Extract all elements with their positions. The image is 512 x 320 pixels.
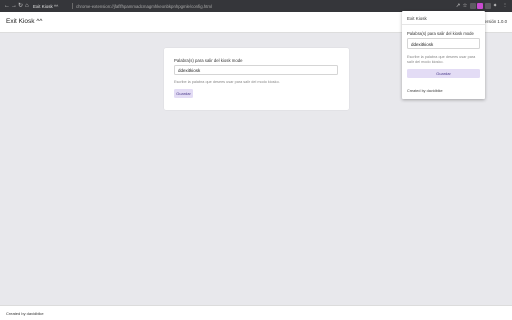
popup-save-button[interactable]: Guardar bbox=[407, 69, 480, 78]
popup-exit-word-label: Palabra(s) para salir del kiosk mode bbox=[407, 31, 474, 36]
home-icon[interactable]: ⌂ bbox=[25, 3, 29, 9]
arrow-right-icon[interactable]: → bbox=[11, 3, 17, 9]
kebab-menu-icon[interactable]: ⋮ bbox=[502, 3, 508, 9]
address-bar[interactable]: chrome-extension://jfaflfhpammadcmagmhke… bbox=[76, 4, 212, 9]
extension-icon[interactable] bbox=[470, 3, 476, 9]
reload-icon[interactable]: ↻ bbox=[18, 3, 23, 9]
popup-exit-word-help: Escribe la palabra que desees usar para … bbox=[407, 55, 476, 64]
page-title: Exit Kiosk ^^ bbox=[6, 18, 43, 25]
browser-tab-title[interactable]: Exit Kiosk ^^ bbox=[33, 4, 58, 9]
popup-exit-word-input[interactable]: ddexitkiosk bbox=[407, 38, 480, 49]
created-by-text: Created by davidbike bbox=[6, 311, 44, 316]
puzzle-icon[interactable]: ✦ bbox=[492, 3, 498, 9]
version-label: Versión 1.0.0 bbox=[481, 19, 507, 24]
exit-word-label: Palabra(s) para salir del kiosk mode bbox=[174, 58, 243, 63]
share-icon[interactable]: ↗ bbox=[455, 3, 461, 9]
arrow-left-icon[interactable]: ← bbox=[4, 3, 10, 9]
save-button[interactable]: Guardar bbox=[174, 89, 193, 98]
star-icon[interactable]: ☆ bbox=[462, 3, 468, 9]
exit-word-help: Escribe la palabra que desees usar para … bbox=[174, 80, 280, 84]
popup-divider bbox=[402, 24, 485, 25]
exit-kiosk-extension-icon[interactable] bbox=[477, 3, 483, 9]
extension-popup: Exit Kiosk Palabra(s) para salir del kio… bbox=[402, 11, 485, 99]
page-footer: Created by davidbike bbox=[0, 305, 512, 320]
popup-created-by: Created by davidbike bbox=[407, 89, 443, 93]
exit-word-input[interactable]: ddexitkiosk bbox=[174, 65, 338, 75]
popup-title: Exit Kiosk bbox=[407, 16, 427, 21]
extension-icon[interactable] bbox=[485, 3, 491, 9]
url-separator bbox=[72, 3, 73, 9]
config-card: Palabra(s) para salir del kiosk mode dde… bbox=[164, 48, 349, 110]
